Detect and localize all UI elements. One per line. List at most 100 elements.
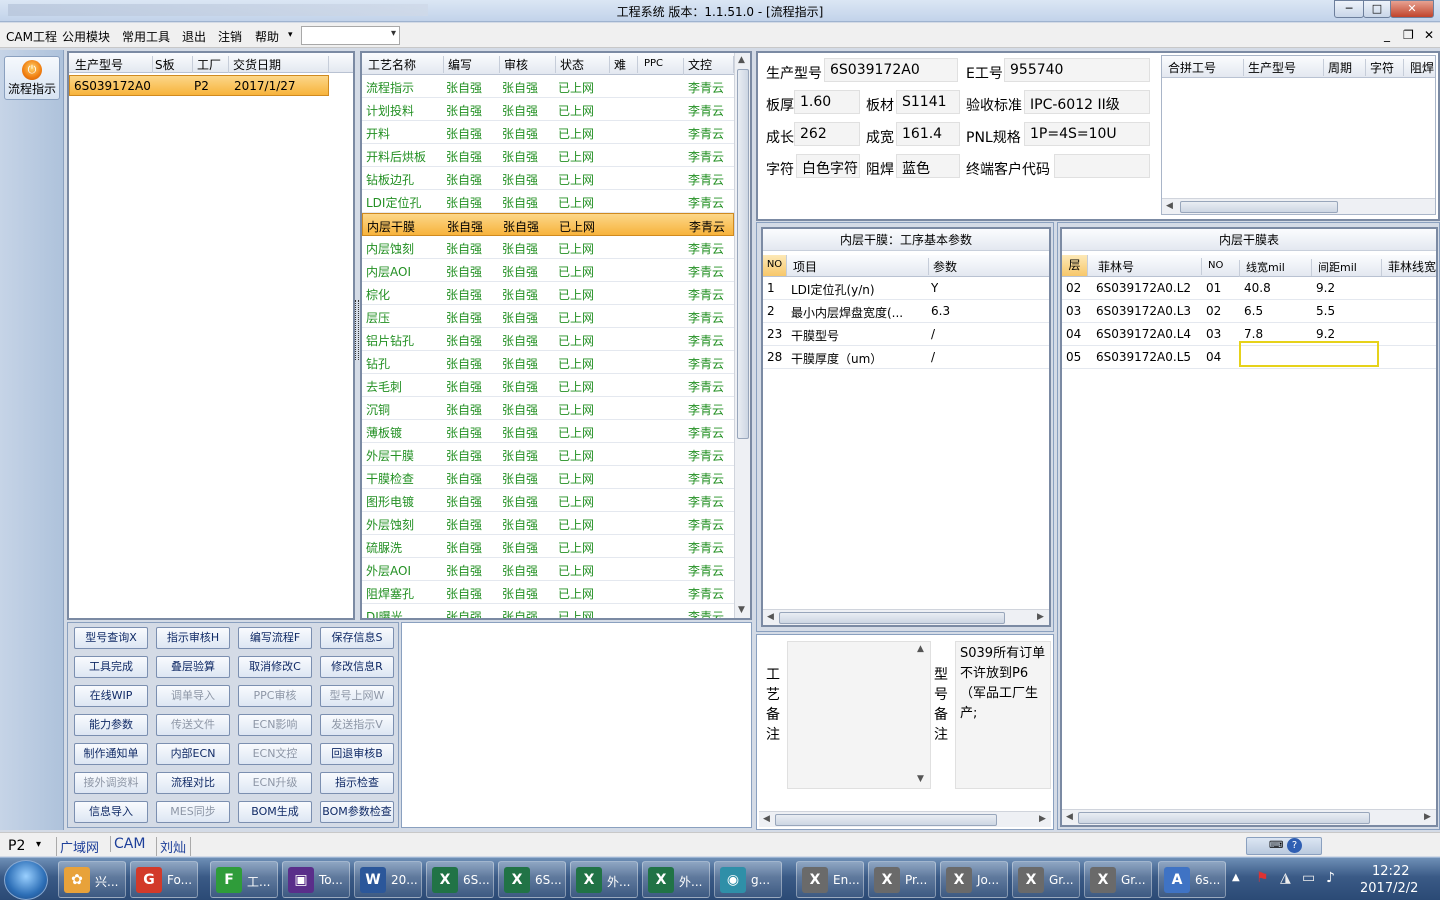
col-params-item[interactable]: 项目 (793, 258, 929, 275)
action-button[interactable]: 工具完成 (74, 656, 148, 678)
action-button[interactable]: MES同步 (156, 801, 230, 823)
maximize-button[interactable]: □ (1363, 0, 1391, 18)
table-row[interactable]: 外层AOI 张自强 张自强 已上网 李青云 (362, 558, 734, 581)
scroll-right-icon[interactable]: ▶ (1039, 814, 1046, 824)
tray-network-icon[interactable]: ◮ (1280, 870, 1291, 886)
action-button[interactable]: 在线WIP (74, 685, 148, 707)
taskbar-item[interactable]: X 6S... (426, 861, 494, 898)
language-bar[interactable]: ⌨ ? (1246, 837, 1322, 855)
taskbar-item[interactable]: G Fo... (130, 861, 198, 898)
action-button[interactable]: 制作通知单 (74, 743, 148, 765)
table-row[interactable]: 2 最小内层焊盘宽度(... 6.3 (763, 300, 1049, 323)
col-params-no[interactable]: NO (763, 255, 787, 276)
process-remark-textarea[interactable]: ▲ ▼ (787, 641, 931, 789)
table-row[interactable]: 干膜检查 张自强 张自强 已上网 李青云 (362, 466, 734, 489)
table-row[interactable]: 钻孔 张自强 张自强 已上网 李青云 (362, 351, 734, 374)
scroll-down-icon[interactable]: ▼ (917, 774, 924, 784)
col-reviewer[interactable]: 审核 (504, 56, 556, 73)
table-row[interactable]: 流程指示 张自强 张自强 已上网 李青云 (362, 75, 734, 98)
scroll-up-icon[interactable]: ▲ (917, 644, 924, 654)
table-row[interactable]: 内层蚀刻 张自强 张自强 已上网 李青云 (362, 236, 734, 259)
start-button[interactable] (4, 860, 48, 900)
taskbar-item[interactable]: ▣ To... (282, 861, 350, 898)
table-row[interactable]: 1 LDI定位孔(y/n) Y (763, 277, 1049, 300)
scroll-right-icon[interactable]: ▶ (1424, 812, 1431, 822)
table-row[interactable]: 阻焊塞孔 张自强 张自强 已上网 李青云 (362, 581, 734, 604)
layers-hscroll[interactable]: ◀ ▶ (1062, 809, 1436, 825)
remark-vscroll[interactable]: ▲ ▼ (914, 642, 930, 788)
params-hscroll[interactable]: ◀ ▶ (763, 609, 1049, 625)
taskbar-item[interactable]: F 工... (210, 861, 278, 898)
help-icon[interactable]: ? (1287, 838, 1302, 853)
action-button[interactable]: 信息导入 (74, 801, 148, 823)
col-merge-mask[interactable]: 阻焊 (1410, 59, 1436, 76)
col-doc-control[interactable]: 文控 (688, 56, 734, 73)
action-button[interactable]: 编写流程F (238, 627, 312, 649)
scroll-thumb[interactable] (1180, 201, 1338, 213)
scroll-up-icon[interactable]: ▲ (738, 55, 745, 65)
action-button[interactable]: ECN升级 (238, 772, 312, 794)
col-merge-model[interactable]: 生产型号 (1248, 59, 1324, 76)
mdi-minimize-icon[interactable]: _ (1384, 28, 1390, 42)
taskbar-item[interactable]: X 外... (642, 861, 710, 898)
col-spacing[interactable]: 间距mil (1318, 259, 1382, 276)
table-row[interactable]: 沉铜 张自强 张自强 已上网 李青云 (362, 397, 734, 420)
table-row[interactable]: 层压 张自强 张自强 已上网 李青云 (362, 305, 734, 328)
taskbar-item[interactable]: X En... (796, 861, 864, 898)
factory-dropdown-icon[interactable]: ▾ (36, 839, 41, 850)
col-merge-cycle[interactable]: 周期 (1328, 59, 1366, 76)
table-row[interactable]: 内层干膜 张自强 张自强 已上网 李青云 (362, 213, 734, 236)
action-button[interactable]: 回退审核B (320, 743, 394, 765)
table-row[interactable]: 03 6S039172A0.L3 02 6.5 5.5 (1062, 300, 1436, 323)
help-dropdown-icon[interactable]: ▾ (288, 30, 293, 40)
table-row[interactable]: 23 干膜型号 / (763, 323, 1049, 346)
clock-time[interactable]: 12:22 (1372, 864, 1409, 879)
scroll-thumb[interactable] (737, 69, 749, 439)
action-button[interactable]: 指示检查 (320, 772, 394, 794)
action-button[interactable]: 流程对比 (156, 772, 230, 794)
clock-date[interactable]: 2017/2/2 (1360, 881, 1418, 896)
flow-indicator-button[interactable]: ⏻ 流程指示 (4, 56, 60, 100)
table-row[interactable]: 内层AOI 张自强 张自强 已上网 李青云 (362, 259, 734, 282)
taskbar-item[interactable]: X Jo... (940, 861, 1008, 898)
model-remark-textarea[interactable]: S039所有订单不许放到P6（军品工厂生产; (955, 641, 1051, 789)
taskbar-item[interactable]: X 外... (570, 861, 638, 898)
mdi-close-icon[interactable]: ✕ (1424, 28, 1434, 42)
action-button[interactable]: 修改信息R (320, 656, 394, 678)
tray-expand-icon[interactable]: ▲ (1232, 872, 1240, 883)
minimize-button[interactable]: ─ (1334, 0, 1364, 18)
mdi-restore-icon[interactable]: ❐ (1403, 28, 1414, 42)
table-row[interactable]: 6S039172A0 P2 2017/1/27 (69, 75, 329, 96)
col-params-value[interactable]: 参数 (933, 258, 1047, 275)
col-status[interactable]: 状态 (560, 56, 610, 73)
taskbar-item[interactable]: ◉ g... (714, 861, 782, 898)
action-button[interactable]: 接外调资料 (74, 772, 148, 794)
table-row[interactable]: 图形电镀 张自强 张自强 已上网 李青云 (362, 489, 734, 512)
remarks-hscroll[interactable]: ◀ ▶ (759, 811, 1051, 827)
action-button[interactable]: 能力参数 (74, 714, 148, 736)
taskbar-item[interactable]: A 6s... (1158, 861, 1226, 898)
tray-monitor-icon[interactable]: ▭ (1302, 870, 1315, 886)
table-row[interactable]: 外层干膜 张自强 张自强 已上网 李青云 (362, 443, 734, 466)
col-film-line-width[interactable]: 菲林线宽 (1388, 258, 1436, 275)
scroll-left-icon[interactable]: ◀ (1166, 201, 1173, 211)
table-row[interactable]: 去毛刺 张自强 张自强 已上网 李青云 (362, 374, 734, 397)
scroll-left-icon[interactable]: ◀ (1066, 812, 1073, 822)
action-button[interactable]: ECN文控 (238, 743, 312, 765)
action-button[interactable]: 叠层验算 (156, 656, 230, 678)
process-vscroll[interactable]: ▲ ▼ (734, 53, 750, 618)
table-row[interactable]: 外层蚀刻 张自强 张自强 已上网 李青云 (362, 512, 734, 535)
col-layer-no[interactable]: NO (1208, 260, 1240, 277)
col-difficulty[interactable]: 难 (614, 56, 638, 73)
menu-combo-box[interactable] (301, 26, 400, 45)
action-button[interactable]: 发送指示V (320, 714, 394, 736)
menu-help[interactable]: 帮助 (255, 28, 279, 45)
table-row[interactable]: 薄板镀 张自强 张自强 已上网 李青云 (362, 420, 734, 443)
action-button[interactable]: 取消修改C (238, 656, 312, 678)
taskbar-item[interactable]: X 6S... (498, 861, 566, 898)
table-row[interactable]: 开料后烘板 张自强 张自强 已上网 李青云 (362, 144, 734, 167)
taskbar-item[interactable]: X Gr... (1084, 861, 1152, 898)
tray-volume-icon[interactable]: ♪ (1326, 870, 1335, 886)
col-merge-job[interactable]: 合拼工号 (1168, 59, 1244, 76)
menu-common-module[interactable]: 公用模块 (62, 28, 110, 45)
